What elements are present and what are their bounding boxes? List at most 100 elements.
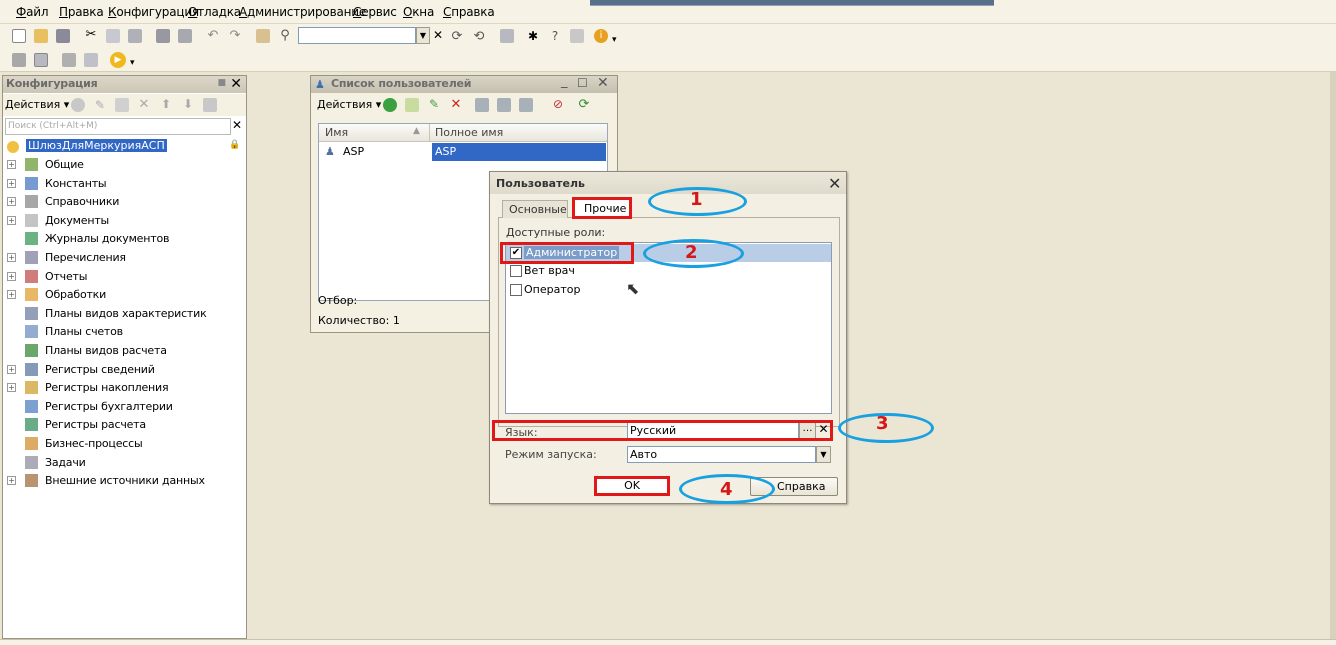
- copy-item-icon[interactable]: [405, 98, 419, 112]
- notes-icon[interactable]: [570, 29, 584, 43]
- launch-mode-select[interactable]: Авто: [627, 446, 816, 463]
- print-icon[interactable]: [156, 29, 170, 43]
- close-icon[interactable]: ✕: [230, 76, 242, 92]
- tree-root[interactable]: ШлюзДляМеркурияАСП 🔒: [3, 138, 246, 156]
- table-row[interactable]: ♟ ASP ASP: [319, 143, 607, 161]
- tree-item[interactable]: + Регистры накопления: [3, 379, 246, 397]
- window-icon[interactable]: [500, 29, 514, 43]
- expand-icon[interactable]: +: [7, 215, 16, 225]
- form-icon[interactable]: [34, 53, 48, 67]
- tree-item[interactable]: + Константы: [3, 175, 246, 193]
- refresh-icon[interactable]: ⟳: [577, 97, 591, 112]
- chevron-down-icon[interactable]: ▼: [816, 446, 831, 463]
- tree-item[interactable]: + Обработки: [3, 286, 246, 304]
- menu-file[interactable]: Файл: [16, 5, 49, 19]
- add-icon[interactable]: [383, 98, 397, 112]
- find-in-icon[interactable]: [256, 29, 270, 43]
- new-icon[interactable]: [12, 29, 26, 43]
- search-input[interactable]: Поиск (Ctrl+Alt+M): [5, 118, 231, 135]
- tree-item[interactable]: + Внешние источники данных: [3, 472, 246, 490]
- menu-configuration[interactable]: Конфигурация: [108, 5, 199, 19]
- sort-icon[interactable]: [203, 98, 217, 112]
- checkbox-icon[interactable]: [510, 265, 522, 277]
- redo-icon[interactable]: ↷: [228, 28, 242, 43]
- menu-help[interactable]: Справка: [443, 5, 495, 19]
- expand-icon[interactable]: +: [7, 290, 16, 300]
- menu-administration[interactable]: Администрирование: [239, 5, 366, 19]
- cut-icon[interactable]: ✂: [84, 28, 98, 42]
- menu-debug[interactable]: Отладка: [188, 5, 241, 19]
- expand-icon[interactable]: +: [7, 178, 16, 188]
- delete-icon[interactable]: ✕: [449, 97, 463, 112]
- pin-icon[interactable]: ■: [217, 78, 226, 88]
- ok-button[interactable]: OK: [594, 476, 670, 496]
- run-icon[interactable]: ▶: [110, 52, 126, 68]
- expand-icon[interactable]: +: [7, 271, 16, 281]
- clear-filter-icon[interactable]: ⊘: [551, 97, 565, 111]
- move-up-icon[interactable]: ⬆: [159, 97, 173, 111]
- clear-search-icon[interactable]: ✕: [232, 118, 242, 132]
- expand-icon[interactable]: +: [7, 253, 16, 262]
- checkbox-icon[interactable]: [510, 284, 522, 296]
- tree-item[interactable]: + Регистры сведений: [3, 361, 246, 379]
- delete-icon[interactable]: ✕: [137, 97, 151, 112]
- tree-item[interactable]: + Перечисления: [3, 249, 246, 267]
- edit-icon[interactable]: ✎: [427, 97, 441, 111]
- syntax-help-icon[interactable]: ?: [548, 29, 562, 43]
- tree-item[interactable]: Планы видов расчета: [3, 342, 246, 360]
- filter-icon[interactable]: [475, 98, 489, 112]
- search-combo-dropdown-icon[interactable]: ▼: [416, 27, 430, 44]
- search-combo-input[interactable]: [298, 27, 416, 44]
- role-item-operator[interactable]: Оператор: [506, 281, 831, 299]
- expand-icon[interactable]: +: [7, 160, 16, 169]
- tree-item[interactable]: Планы счетов: [3, 323, 246, 341]
- close-icon[interactable]: ✕: [597, 75, 609, 91]
- save-icon[interactable]: [56, 29, 70, 43]
- tree-item[interactable]: Планы видов характеристик: [3, 305, 246, 323]
- maximize-icon[interactable]: ☐: [577, 76, 588, 90]
- menu-windows[interactable]: Окна: [403, 5, 434, 19]
- tree-item[interactable]: + Отчеты: [3, 268, 246, 286]
- debug-icon[interactable]: ✱: [526, 29, 540, 43]
- column-fullname-header[interactable]: Полное имя: [435, 126, 503, 139]
- minimize-icon[interactable]: _: [561, 74, 568, 89]
- tab-main[interactable]: Основные: [502, 200, 568, 218]
- move-down-icon[interactable]: ⬇: [181, 97, 195, 111]
- tree-item[interactable]: + Документы: [3, 212, 246, 230]
- search-icon[interactable]: ⚲: [278, 28, 292, 43]
- copy-item-icon[interactable]: [115, 98, 129, 112]
- search-combo-clear-icon[interactable]: ✕: [431, 28, 445, 43]
- tree-item[interactable]: Регистры расчета: [3, 416, 246, 434]
- info-icon[interactable]: i: [594, 29, 608, 43]
- tree-item[interactable]: Журналы документов: [3, 230, 246, 248]
- close-icon[interactable]: ✕: [828, 174, 841, 193]
- find-next-icon[interactable]: ⟳: [450, 29, 464, 44]
- expand-icon[interactable]: +: [7, 383, 16, 393]
- actions-menu-button[interactable]: Действия ▾: [317, 98, 381, 111]
- tree-item[interactable]: Бизнес-процессы: [3, 435, 246, 453]
- actions-menu-button[interactable]: Действия ▾: [5, 98, 69, 111]
- filter-options-icon[interactable]: [519, 98, 533, 112]
- layout-icon[interactable]: [84, 53, 98, 67]
- menu-edit[interactable]: Правка: [59, 5, 104, 19]
- column-divider[interactable]: [429, 124, 430, 142]
- tab-other[interactable]: Прочие: [572, 197, 632, 219]
- expand-icon[interactable]: +: [7, 364, 16, 374]
- expand-icon[interactable]: +: [7, 197, 16, 207]
- preview-icon[interactable]: [178, 29, 192, 43]
- filter-list-icon[interactable]: [497, 98, 511, 112]
- menu-service[interactable]: Сервис: [353, 5, 397, 19]
- find-prev-icon[interactable]: ⟲: [472, 29, 486, 44]
- tree-item[interactable]: + Справочники: [3, 193, 246, 211]
- undo-icon[interactable]: ↶: [206, 28, 220, 43]
- compare-icon[interactable]: [62, 53, 76, 67]
- chevron-down-icon[interactable]: ▾: [130, 52, 144, 68]
- add-icon[interactable]: [71, 98, 85, 112]
- chevron-down-icon[interactable]: ▾: [612, 29, 626, 45]
- column-name-header[interactable]: Имя: [325, 126, 348, 139]
- paste-icon[interactable]: [128, 29, 142, 43]
- tree-item[interactable]: + Общие: [3, 156, 246, 174]
- edit-icon[interactable]: ✎: [93, 98, 107, 112]
- copy-icon[interactable]: [106, 29, 120, 43]
- open-icon[interactable]: [34, 29, 48, 43]
